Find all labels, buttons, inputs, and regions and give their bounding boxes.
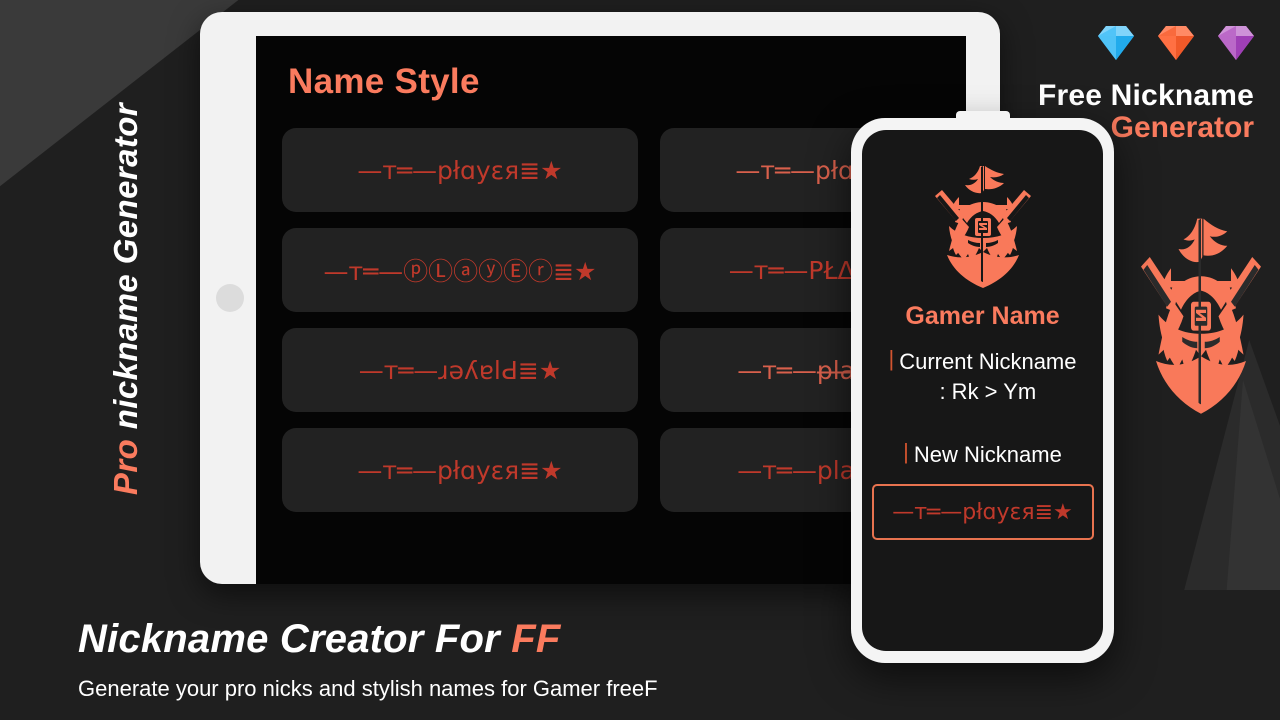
orange-diamond-icon [1158, 26, 1194, 60]
left-title-highlight: Pro [107, 438, 144, 496]
style-card-text: —т═—ⓟⓁⓐⓨⒺⓡ≣★ [323, 257, 597, 286]
current-nickname-text: Current Nickname [899, 349, 1077, 374]
purple-diamond-icon [1218, 26, 1254, 60]
ninja-mascot-large-icon [1141, 218, 1261, 414]
phone-device: Gamer Name | Current Nickname : Rk > Ym … [851, 111, 1114, 663]
style-card[interactable]: —т═—płɑуεя≣★ [282, 128, 638, 212]
phone-screen: Gamer Name | Current Nickname : Rk > Ym … [862, 130, 1103, 651]
page-title: Name Style [288, 62, 480, 101]
current-nickname-label: Current Nickname : Rk > Ym [899, 347, 1076, 406]
left-title-rest: nickname Generator [107, 102, 144, 439]
left-vertical-title: Pro nickname Generator [107, 39, 145, 559]
tablet-home-button[interactable] [216, 284, 244, 312]
new-nickname-row: | New Nickname [862, 440, 1103, 470]
ninja-mascot-icon [934, 166, 1031, 288]
style-card-text: —т═—рłɑуεя≣★ [357, 455, 563, 485]
footer-title-main: Nickname Creator For [78, 617, 512, 661]
current-nickname-row: | Current Nickname : Rk > Ym [862, 346, 1103, 406]
style-card-text: —т═—ɹǝʎɐlԀ≣★ [358, 355, 562, 385]
style-card[interactable]: —т═—ɹǝʎɐlԀ≣★ [282, 328, 638, 412]
footer-subtitle: Generate your pro nicks and stylish name… [78, 676, 658, 701]
footer-block: Nickname Creator For FF Generate your pr… [78, 617, 658, 702]
gem-row [1092, 18, 1260, 66]
style-card-text: —т═—płɑуεя≣★ [357, 155, 563, 185]
accent-bar-icon: | [903, 439, 909, 465]
new-nickname-input[interactable]: —т═—płɑуεя≣★ [871, 484, 1094, 541]
phone-notch [955, 111, 1010, 125]
gamer-name-heading: Gamer Name [905, 302, 1060, 330]
style-card[interactable]: —т═—рłɑуεя≣★ [282, 428, 638, 512]
style-card[interactable]: —т═—ⓟⓁⓐⓨⒺⓡ≣★ [282, 228, 638, 312]
footer-title-accent: FF [511, 617, 561, 661]
new-nickname-label: New Nickname [913, 442, 1062, 468]
new-nickname-value: —т═—płɑуεя≣★ [892, 499, 1073, 525]
header-title-line1: Free Nickname [1037, 79, 1254, 112]
blue-diamond-icon [1098, 26, 1134, 60]
footer-title: Nickname Creator For FF [78, 617, 658, 662]
accent-bar-icon: | [888, 346, 895, 371]
current-nickname-value: : Rk > Ym [939, 378, 1037, 404]
